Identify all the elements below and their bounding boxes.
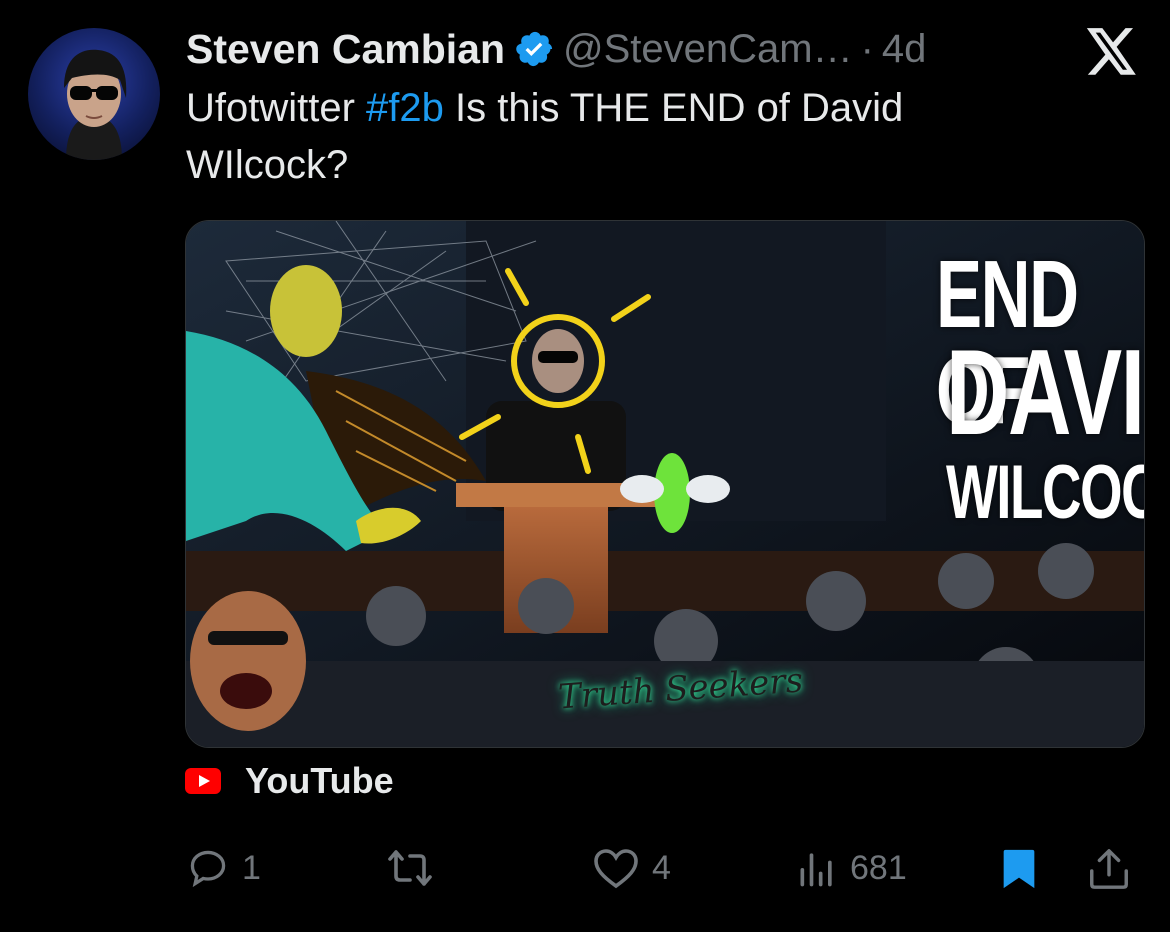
heart-icon bbox=[594, 849, 638, 889]
separator-dot: · bbox=[860, 26, 874, 71]
share-button[interactable] bbox=[1086, 846, 1132, 892]
views-icon bbox=[800, 853, 832, 887]
hashtag-link[interactable]: #f2b bbox=[366, 86, 444, 130]
thumbnail-headline-line3: WILCOCK? bbox=[946, 450, 1144, 535]
avatar[interactable] bbox=[28, 28, 160, 160]
reply-count: 1 bbox=[242, 848, 261, 887]
views-button[interactable]: 681 bbox=[796, 846, 907, 890]
reply-button[interactable]: 1 bbox=[186, 846, 261, 890]
share-icon bbox=[1090, 849, 1128, 889]
reply-icon bbox=[190, 850, 226, 888]
thumbnail-headline-line2: DAVID bbox=[946, 324, 1144, 460]
tweet-text-start: Ufotwitter bbox=[186, 86, 367, 130]
verified-badge-icon bbox=[516, 31, 553, 67]
views-count: 681 bbox=[850, 848, 907, 887]
link-card-thumbnail[interactable]: END OF DAVID WILCOCK? Truth Seekers bbox=[185, 220, 1145, 748]
author-name[interactable]: Steven Cambian bbox=[186, 26, 505, 73]
like-count: 4 bbox=[652, 848, 671, 887]
action-bar: 1 4 681 bbox=[0, 840, 1170, 896]
repost-icon bbox=[388, 850, 432, 886]
author-handle[interactable]: @StevenCam… bbox=[563, 27, 853, 72]
tweet-text: Ufotwitter #f2b Is this THE END of David… bbox=[186, 80, 1066, 194]
bookmark-icon bbox=[1003, 849, 1035, 889]
youtube-icon bbox=[185, 768, 221, 794]
timestamp[interactable]: 4d bbox=[882, 27, 927, 72]
link-source-label: YouTube bbox=[245, 760, 394, 801]
link-source[interactable]: YouTube bbox=[185, 758, 394, 804]
like-button[interactable]: 4 bbox=[592, 846, 671, 890]
x-logo-icon[interactable] bbox=[1086, 28, 1138, 76]
bookmark-button[interactable] bbox=[998, 846, 1040, 892]
repost-button[interactable] bbox=[386, 846, 446, 890]
tweet-header: Steven Cambian @StevenCam… · 4d bbox=[186, 22, 926, 76]
